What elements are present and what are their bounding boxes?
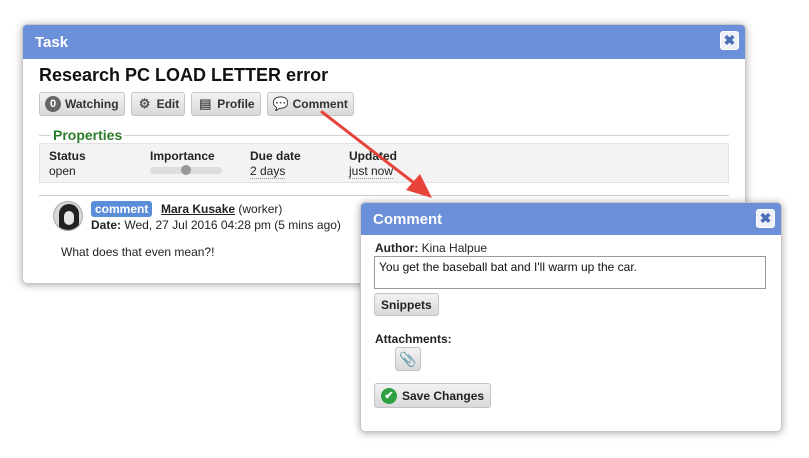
arrow-annotation <box>320 110 432 198</box>
